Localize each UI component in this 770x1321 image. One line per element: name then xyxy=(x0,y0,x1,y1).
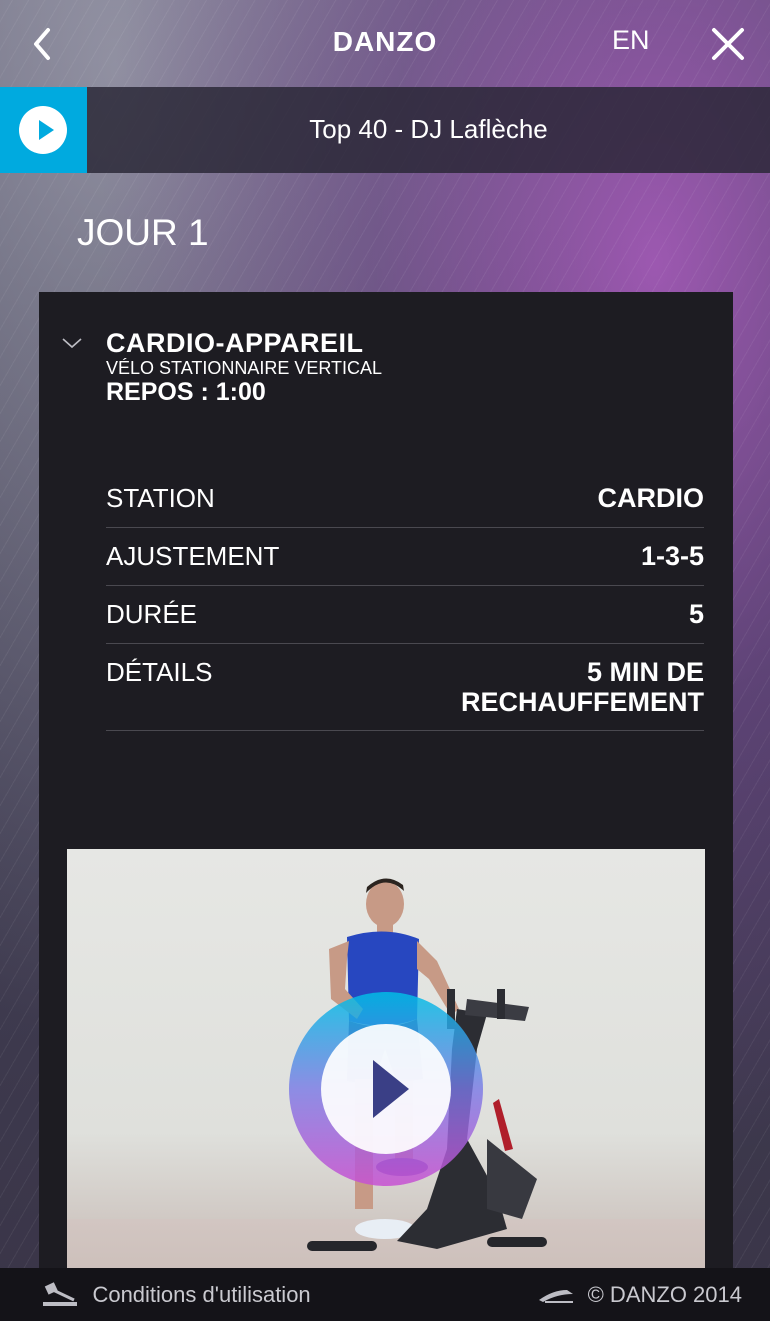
top-bar: DANZO EN xyxy=(0,0,770,87)
chevron-down-icon xyxy=(62,338,82,349)
details-value: 5 xyxy=(688,599,704,629)
play-icon xyxy=(321,1024,451,1154)
collapse-toggle[interactable] xyxy=(61,336,83,350)
details-row-station: STATION CARDIO xyxy=(106,470,704,528)
gavel-icon xyxy=(43,1282,77,1306)
footer: Conditions d'utilisation © DANZO 2014 xyxy=(0,1268,770,1321)
danzo-logo-icon xyxy=(539,1290,574,1303)
details-value: 1-3-5 xyxy=(640,541,704,571)
music-play-button[interactable] xyxy=(0,87,87,173)
close-icon xyxy=(712,28,744,60)
copyright: © DANZO 2014 xyxy=(537,1282,742,1308)
music-player-bar: Top 40 - DJ Laflèche xyxy=(0,87,770,173)
terms-label: Conditions d'utilisation xyxy=(92,1282,311,1307)
exercise-subtitle: VÉLO STATIONNAIRE VERTICAL xyxy=(106,358,383,378)
brand-title: DANZO xyxy=(332,26,438,57)
details-label: STATION xyxy=(106,483,215,513)
terms-link[interactable]: Conditions d'utilisation xyxy=(40,1282,311,1310)
exercise-details-table: STATION CARDIO AJUSTEMENT 1-3-5 DURÉE 5 … xyxy=(106,470,704,731)
details-value: CARDIO xyxy=(597,483,705,513)
play-icon xyxy=(19,106,67,154)
details-label: DURÉE xyxy=(106,599,198,629)
exercise-card: CARDIO-APPAREIL VÉLO STATIONNAIRE VERTIC… xyxy=(39,292,733,1321)
details-label: DÉTAILS xyxy=(106,657,213,687)
exercise-title: CARDIO-APPAREIL xyxy=(106,328,364,358)
details-value: 5 MIN DE RECHAUFFEMENT xyxy=(461,657,704,717)
day-title: JOUR 1 xyxy=(77,212,209,253)
details-row-ajustement: AJUSTEMENT 1-3-5 xyxy=(106,528,704,586)
track-title: Top 40 - DJ Laflèche xyxy=(309,114,548,144)
language-button[interactable]: EN xyxy=(612,25,650,56)
details-label: AJUSTEMENT xyxy=(106,541,280,571)
video-play-button[interactable] xyxy=(289,992,483,1186)
details-row-duree: DURÉE 5 xyxy=(106,586,704,644)
copyright-label: © DANZO 2014 xyxy=(587,1282,742,1307)
close-button[interactable] xyxy=(706,22,750,66)
exercise-video[interactable] xyxy=(67,849,705,1321)
details-row-details: DÉTAILS 5 MIN DE RECHAUFFEMENT xyxy=(106,644,704,731)
exercise-rest: REPOS : 1:00 xyxy=(106,378,266,406)
